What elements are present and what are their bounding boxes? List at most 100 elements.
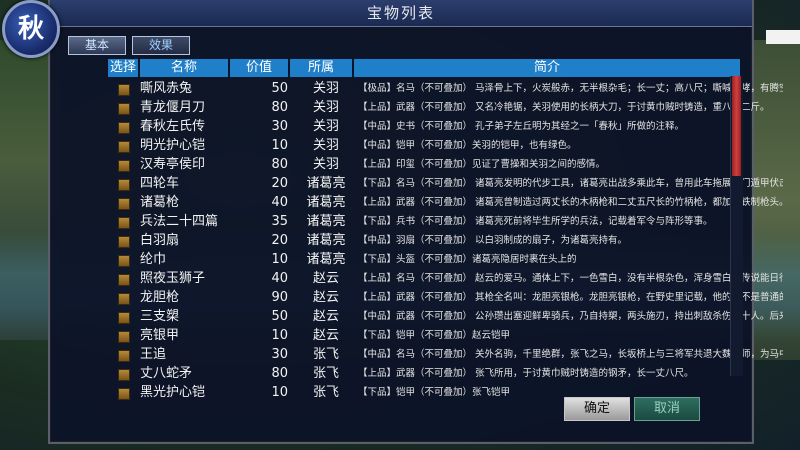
table-row[interactable]: 春秋左氏传 30 关羽 【中品】史书（不可叠加） 孔子弟子左丘明为其经之一「春秋」所做… [108, 117, 788, 136]
select-checkbox[interactable] [118, 141, 130, 153]
tab-effect[interactable]: 效果 [132, 36, 190, 55]
item-description: 【下品】名马（不可叠加） 诸葛亮发明的代步工具，诸葛亮出战多乘此车，曾用此车拖展… [358, 178, 783, 189]
item-owner: 张飞 [312, 347, 339, 362]
confirm-button[interactable]: 确定 [564, 397, 630, 421]
select-checkbox[interactable] [118, 236, 130, 248]
table-row[interactable]: 照夜玉狮子 40 赵云 【上品】名马（不可叠加） 赵云的爱马。通体上下，一色雪白，没有… [108, 269, 788, 288]
table-row[interactable]: 王追 30 张飞 【中品】名马（不可叠加） 关外名驹，千里绝群，张飞之马，长坂桥上与三… [108, 345, 788, 364]
item-name: 诸葛枪 [140, 195, 180, 210]
header-desc: 简介 [354, 59, 742, 77]
header-value: 价值 [230, 59, 290, 77]
map-marker [766, 30, 800, 44]
item-owner: 诸葛亮 [306, 214, 346, 229]
item-value: 90 [271, 290, 288, 305]
item-value: 10 [271, 385, 288, 400]
item-owner: 关羽 [312, 100, 339, 115]
item-name: 亮银甲 [140, 328, 180, 343]
tab-basic[interactable]: 基本 [68, 36, 126, 55]
table-row[interactable]: 汉寿亭侯印 80 关羽 【上品】印玺（不可叠加）见证了曹操和关羽之间的感情。 [108, 155, 788, 174]
item-description: 【下品】铠甲（不可叠加）赵云铠甲 [358, 330, 511, 341]
select-checkbox[interactable] [118, 293, 130, 305]
item-value: 10 [271, 328, 288, 343]
item-name: 汉寿亭侯印 [140, 157, 206, 172]
item-name: 白羽扇 [140, 233, 180, 248]
item-description: 【中品】史书（不可叠加） 孔子弟子左丘明为其经之一「春秋」所做的注释。 [358, 121, 685, 132]
window-title: 宝物列表 [50, 0, 752, 27]
select-checkbox[interactable] [118, 217, 130, 229]
select-checkbox[interactable] [118, 312, 130, 324]
item-value: 20 [271, 176, 288, 191]
item-owner: 赵云 [312, 328, 339, 343]
item-name: 嘶风赤兔 [140, 81, 193, 96]
item-value: 30 [271, 347, 288, 362]
item-name: 纶巾 [140, 252, 167, 267]
item-description: 【上品】武器（不可叠加） 张飞所用，于讨黄巾贼时铸造的钢矛，长一丈八尺。 [358, 368, 694, 379]
item-value: 40 [271, 195, 288, 210]
item-owner: 诸葛亮 [306, 195, 346, 210]
item-owner: 关羽 [312, 157, 339, 172]
item-description: 【中品】名马（不可叠加） 关外名驹，千里绝群，张飞之马，长坂桥上与三将军共退大魏… [358, 349, 783, 360]
table-row[interactable]: 龙胆枪 90 赵云 【上品】武器（不可叠加） 其枪全名叫：龙胆亮银枪。龙胆亮银枪，在野… [108, 288, 788, 307]
item-description: 【中品】羽扇（不可叠加） 以白羽制成的扇子，为诸葛亮持有。 [358, 235, 628, 246]
item-name: 三支槊 [140, 309, 180, 324]
item-name: 四轮车 [140, 176, 180, 191]
item-description: 【上品】名马（不可叠加） 赵云的爱马。通体上下，一色雪白，没有半根杂色，浑身雪白… [358, 273, 783, 284]
table-row[interactable]: 纶巾 10 诸葛亮 【下品】头盔（不可叠加）诸葛亮隐居时裹在头上的 [108, 250, 788, 269]
item-value: 50 [271, 309, 288, 324]
item-owner: 赵云 [312, 309, 339, 324]
select-checkbox[interactable] [118, 274, 130, 286]
item-owner: 赵云 [312, 271, 339, 286]
item-owner: 张飞 [312, 366, 339, 381]
item-name: 照夜玉狮子 [140, 271, 206, 286]
select-checkbox[interactable] [118, 331, 130, 343]
table-row[interactable]: 白羽扇 20 诸葛亮 【中品】羽扇（不可叠加） 以白羽制成的扇子，为诸葛亮持有。 [108, 231, 788, 250]
item-description: 【上品】武器（不可叠加） 又名冷艳锯，关羽使用的长柄大刀，于讨黄巾贼时铸造，重八… [358, 102, 770, 113]
select-checkbox[interactable] [118, 122, 130, 134]
item-owner: 关羽 [312, 138, 339, 153]
table-row[interactable]: 四轮车 20 诸葛亮 【下品】名马（不可叠加） 诸葛亮发明的代步工具，诸葛亮出战多乘此… [108, 174, 788, 193]
table-row[interactable]: 三支槊 50 赵云 【中品】武器（不可叠加） 公孙瓒出塞迎鲜卑骑兵，乃自持槊，两头施刃… [108, 307, 788, 326]
item-name: 黑光护心铠 [140, 385, 206, 400]
item-value: 10 [271, 138, 288, 153]
table-row[interactable]: 亮银甲 10 赵云 【下品】铠甲（不可叠加）赵云铠甲 [108, 326, 788, 345]
item-description: 【下品】头盔（不可叠加）诸葛亮隐居时裹在头上的 [358, 254, 577, 265]
select-checkbox[interactable] [118, 388, 130, 400]
select-checkbox[interactable] [118, 84, 130, 96]
item-value: 30 [271, 119, 288, 134]
table-row[interactable]: 嘶风赤兔 50 关羽 【极品】名马（不可叠加） 马泽骨上下，火炭般赤，无半根杂毛；长一… [108, 79, 788, 98]
select-checkbox[interactable] [118, 198, 130, 210]
table-row[interactable]: 诸葛枪 40 诸葛亮 【上品】武器（不可叠加） 诸葛亮曾制造过两丈长的木柄枪和二丈五尺… [108, 193, 788, 212]
item-value: 40 [271, 271, 288, 286]
select-checkbox[interactable] [118, 160, 130, 172]
select-checkbox[interactable] [118, 369, 130, 381]
table-row[interactable]: 丈八蛇矛 80 张飞 【上品】武器（不可叠加） 张飞所用，于讨黄巾贼时铸造的钢矛，长一… [108, 364, 788, 383]
item-value: 80 [271, 100, 288, 115]
table-row[interactable]: 明光护心铠 10 关羽 【中品】铠甲（不可叠加）关羽的铠甲，也有绿色。 [108, 136, 788, 155]
item-description: 【下品】兵书（不可叠加） 诸葛亮死前将毕生所学的兵法，记载着军令与阵形等事。 [358, 216, 713, 227]
select-checkbox[interactable] [118, 255, 130, 267]
item-value: 35 [271, 214, 288, 229]
item-description: 【中品】铠甲（不可叠加）关羽的铠甲，也有绿色。 [358, 140, 577, 151]
item-name: 龙胆枪 [140, 290, 180, 305]
item-description: 【中品】武器（不可叠加） 公孙瓒出塞迎鲜卑骑兵，乃自持槊，两头施刃，持出刺敌杀伤… [358, 311, 783, 322]
item-name: 春秋左氏传 [140, 119, 206, 134]
item-description: 【极品】名马（不可叠加） 马泽骨上下，火炭般赤，无半根杂毛；长一丈；高八尺；嘶喊… [358, 83, 783, 94]
item-owner: 诸葛亮 [306, 233, 346, 248]
item-description: 【上品】印玺（不可叠加）见证了曹操和关羽之间的感情。 [358, 159, 606, 170]
scrollbar[interactable] [730, 76, 743, 376]
item-owner: 诸葛亮 [306, 176, 346, 191]
scroll-thumb[interactable] [732, 76, 741, 176]
item-description: 【上品】武器（不可叠加） 其枪全名叫：龙胆亮银枪。龙胆亮银枪，在野史里记载，他的… [358, 292, 783, 303]
treasure-list-window: 宝物列表 基本 效果 选择 名称 价值 所属 简介 嘶风赤兔 50 关羽 【极品】名马… [48, 0, 783, 444]
cancel-button[interactable]: 取消 [634, 397, 700, 421]
item-name: 王追 [140, 347, 167, 362]
item-value: 50 [271, 81, 288, 96]
item-description: 【上品】武器（不可叠加） 诸葛亮曾制造过两丈长的木柄枪和二丈五尺长的竹柄枪，都加… [358, 197, 783, 208]
item-value: 20 [271, 233, 288, 248]
table-row[interactable]: 青龙偃月刀 80 关羽 【上品】武器（不可叠加） 又名冷艳锯，关羽使用的长柄大刀，于讨… [108, 98, 788, 117]
select-checkbox[interactable] [118, 350, 130, 362]
table-row[interactable]: 兵法二十四篇 35 诸葛亮 【下品】兵书（不可叠加） 诸葛亮死前将毕生所学的兵法，记载… [108, 212, 788, 231]
item-owner: 张飞 [312, 385, 339, 400]
select-checkbox[interactable] [118, 103, 130, 115]
select-checkbox[interactable] [118, 179, 130, 191]
